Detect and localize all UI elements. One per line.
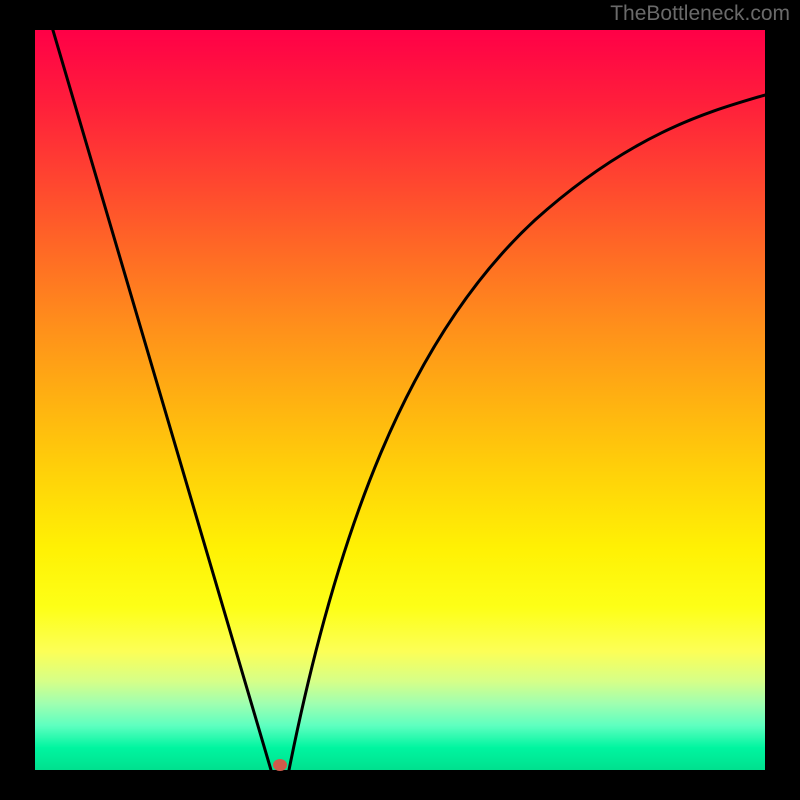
bottleneck-curve [35, 30, 765, 770]
watermark-text: TheBottleneck.com [610, 2, 790, 26]
curve-path [47, 30, 765, 770]
minimum-marker [273, 759, 287, 771]
chart-plot-area [35, 30, 765, 770]
